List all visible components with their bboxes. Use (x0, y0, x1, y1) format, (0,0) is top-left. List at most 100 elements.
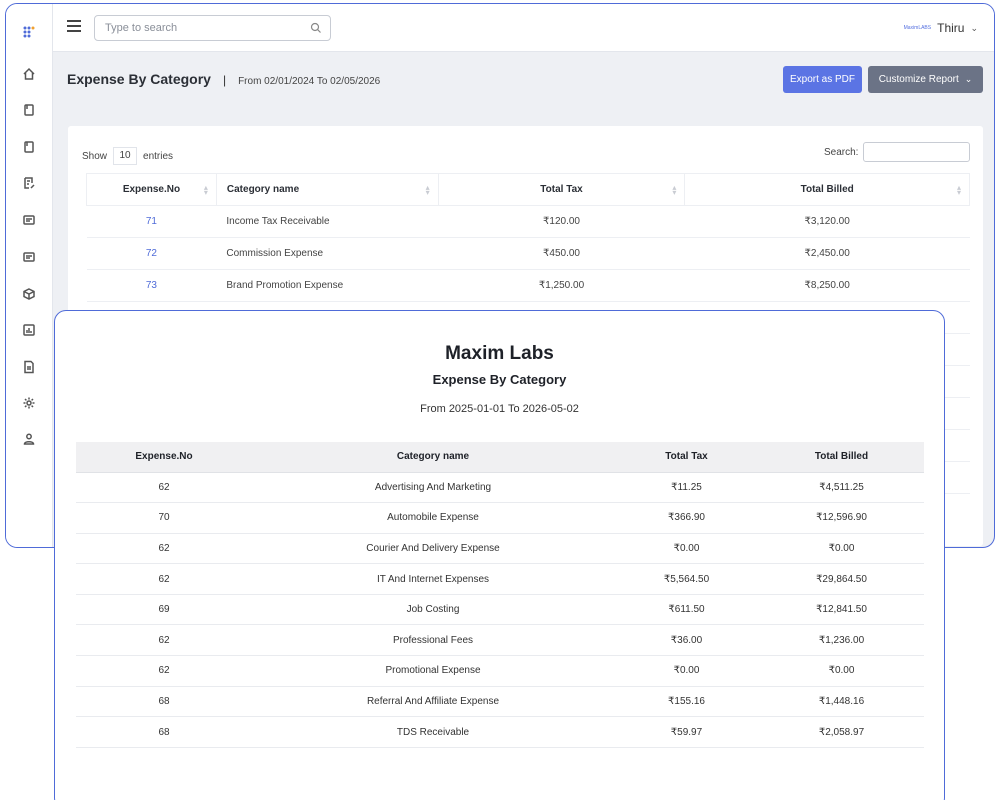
gear-icon[interactable] (19, 393, 39, 413)
tax-cell: ₹120.00 (438, 205, 685, 238)
report-row: 62 IT And Internet Expenses ₹5,564.50 ₹2… (76, 563, 924, 595)
search-placeholder: Type to search (105, 22, 178, 34)
table-row: 71 Income Tax Receivable ₹120.00 ₹3,120.… (86, 205, 970, 238)
report-billed: ₹29,864.50 (759, 563, 924, 595)
column-header[interactable]: Total Billed ▴ ▾ (684, 173, 970, 206)
report-column-header: Expense.No (76, 442, 252, 473)
expense-number-link[interactable]: 71 (86, 205, 217, 238)
category-cell: Commission Expense (216, 237, 439, 270)
tax-cell: ₹450.00 (438, 237, 685, 270)
report-column-header: Category name (252, 442, 614, 473)
table-row: 73 Brand Promotion Expense ₹1,250.00 ₹8,… (86, 269, 970, 302)
home-icon[interactable] (19, 64, 39, 84)
report-tax: ₹155.16 (614, 686, 759, 718)
expense-number-link[interactable]: 73 (86, 269, 217, 302)
report-row: 70 Automobile Expense ₹366.90 ₹12,596.90 (76, 502, 924, 534)
user-icon[interactable] (19, 429, 39, 449)
menu-icon[interactable] (67, 20, 81, 32)
sort-icon: ▴ ▾ (672, 183, 677, 197)
table-row: 72 Commission Expense ₹450.00 ₹2,450.00 (86, 237, 970, 270)
page-header: Expense By Category | From 02/01/2024 To… (67, 71, 380, 87)
entries-label: entries (143, 150, 174, 162)
report-category: Advertising And Marketing (252, 472, 614, 504)
report-column-header: Total Tax (614, 442, 759, 473)
report-row: 69 Job Costing ₹611.50 ₹12,841.50 (76, 594, 924, 626)
report-expense-no: 62 (76, 655, 252, 687)
billed-cell: ₹3,120.00 (684, 205, 970, 238)
billed-cell: ₹2,450.00 (684, 237, 970, 270)
report-category: Automobile Expense (252, 502, 614, 534)
show-entries: Show 10 entries (82, 147, 173, 165)
header-label: Total Tax (540, 184, 583, 195)
report-date-range: From 2025-01-01 To 2026-05-02 (420, 403, 579, 415)
report-row: 62 Promotional Expense ₹0.00 ₹0.00 (76, 655, 924, 687)
title-separator: | (222, 73, 227, 87)
report-expense-no: 62 (76, 563, 252, 595)
expense-number-link[interactable]: 72 (86, 237, 217, 270)
report-tax: ₹0.00 (614, 533, 759, 565)
report-table: Expense.No Category name Total Tax Total… (76, 442, 924, 748)
report-billed: ₹0.00 (759, 655, 924, 687)
report-row: 62 Advertising And Marketing ₹11.25 ₹4,5… (76, 472, 924, 504)
list-card-icon[interactable] (19, 247, 39, 267)
sort-icon: ▴ ▾ (425, 183, 430, 197)
report-category: Job Costing (252, 594, 614, 626)
edit-document-icon[interactable] (19, 173, 39, 193)
report-preview: Maxim Labs Expense By Category From 2025… (54, 310, 945, 800)
report-billed: ₹12,841.50 (759, 594, 924, 626)
report-column-header: Total Billed (759, 442, 924, 473)
report-icon[interactable] (19, 357, 39, 377)
report-category: IT And Internet Expenses (252, 563, 614, 595)
user-menu[interactable]: MaximLABS Thiru ⌄ (904, 21, 978, 35)
customize-report-button[interactable]: Customize Report ⌄ (868, 66, 983, 93)
search-input[interactable]: Type to search (94, 15, 331, 41)
table-search-label: Search: (824, 147, 859, 158)
sort-icon: ▴ ▾ (203, 183, 208, 197)
report-tax: ₹11.25 (614, 472, 759, 504)
entries-select[interactable]: 10 (113, 147, 138, 165)
tax-cell: ₹1,250.00 (438, 269, 685, 302)
report-expense-no: 62 (76, 624, 252, 657)
bar-chart-icon[interactable] (19, 320, 39, 340)
report-row: 68 Referral And Affiliate Expense ₹155.1… (76, 686, 924, 718)
report-billed: ₹4,511.25 (759, 472, 924, 504)
report-row: 62 Courier And Delivery Expense ₹0.00 ₹0… (76, 533, 924, 565)
bookmark-icon[interactable] (19, 137, 39, 157)
column-header[interactable]: Expense.No ▴ ▾ (86, 173, 217, 206)
billed-cell: ₹8,250.00 (684, 269, 970, 302)
report-billed: ₹1,236.00 (759, 624, 924, 657)
apps-grid-icon[interactable] (19, 22, 39, 42)
date-range: From 02/01/2024 To 02/05/2026 (238, 76, 381, 87)
list-card-icon[interactable] (19, 210, 39, 230)
chevron-down-icon: ⌄ (964, 74, 973, 84)
report-category: Professional Fees (252, 624, 614, 657)
book-icon[interactable] (19, 100, 39, 120)
report-row: 68 TDS Receivable ₹59.97 ₹2,058.97 (76, 716, 924, 748)
category-cell: Brand Promotion Expense (216, 269, 439, 302)
search-icon (310, 22, 321, 33)
report-category: Promotional Expense (252, 655, 614, 687)
box-icon[interactable] (19, 284, 39, 304)
page-title: Expense By Category (67, 71, 211, 87)
report-tax: ₹36.00 (614, 624, 759, 657)
report-row: 62 Professional Fees ₹36.00 ₹1,236.00 (76, 624, 924, 657)
report-billed: ₹12,596.90 (759, 502, 924, 534)
table-search-input[interactable] (863, 142, 970, 162)
report-expense-no: 68 (76, 686, 252, 718)
report-expense-no: 69 (76, 594, 252, 626)
report-expense-no: 68 (76, 716, 252, 748)
export-pdf-button[interactable]: Export as PDF (783, 66, 862, 93)
sidebar (6, 4, 53, 547)
user-name: Thiru (937, 21, 965, 35)
header-label: Total Billed (800, 184, 854, 195)
report-tax: ₹611.50 (614, 594, 759, 626)
show-label: Show (82, 150, 108, 162)
chevron-down-icon: ⌄ (970, 22, 978, 33)
category-cell: Income Tax Receivable (216, 205, 439, 238)
report-expense-no: 70 (76, 502, 252, 534)
topbar: Type to search MaximLABS Thiru ⌄ (53, 4, 994, 52)
customize-report-label: Customize Report (878, 74, 959, 85)
column-header[interactable]: Total Tax ▴ ▾ (437, 173, 686, 206)
report-tax: ₹59.97 (614, 716, 759, 748)
column-header[interactable]: Category name ▴ ▾ (215, 173, 439, 206)
